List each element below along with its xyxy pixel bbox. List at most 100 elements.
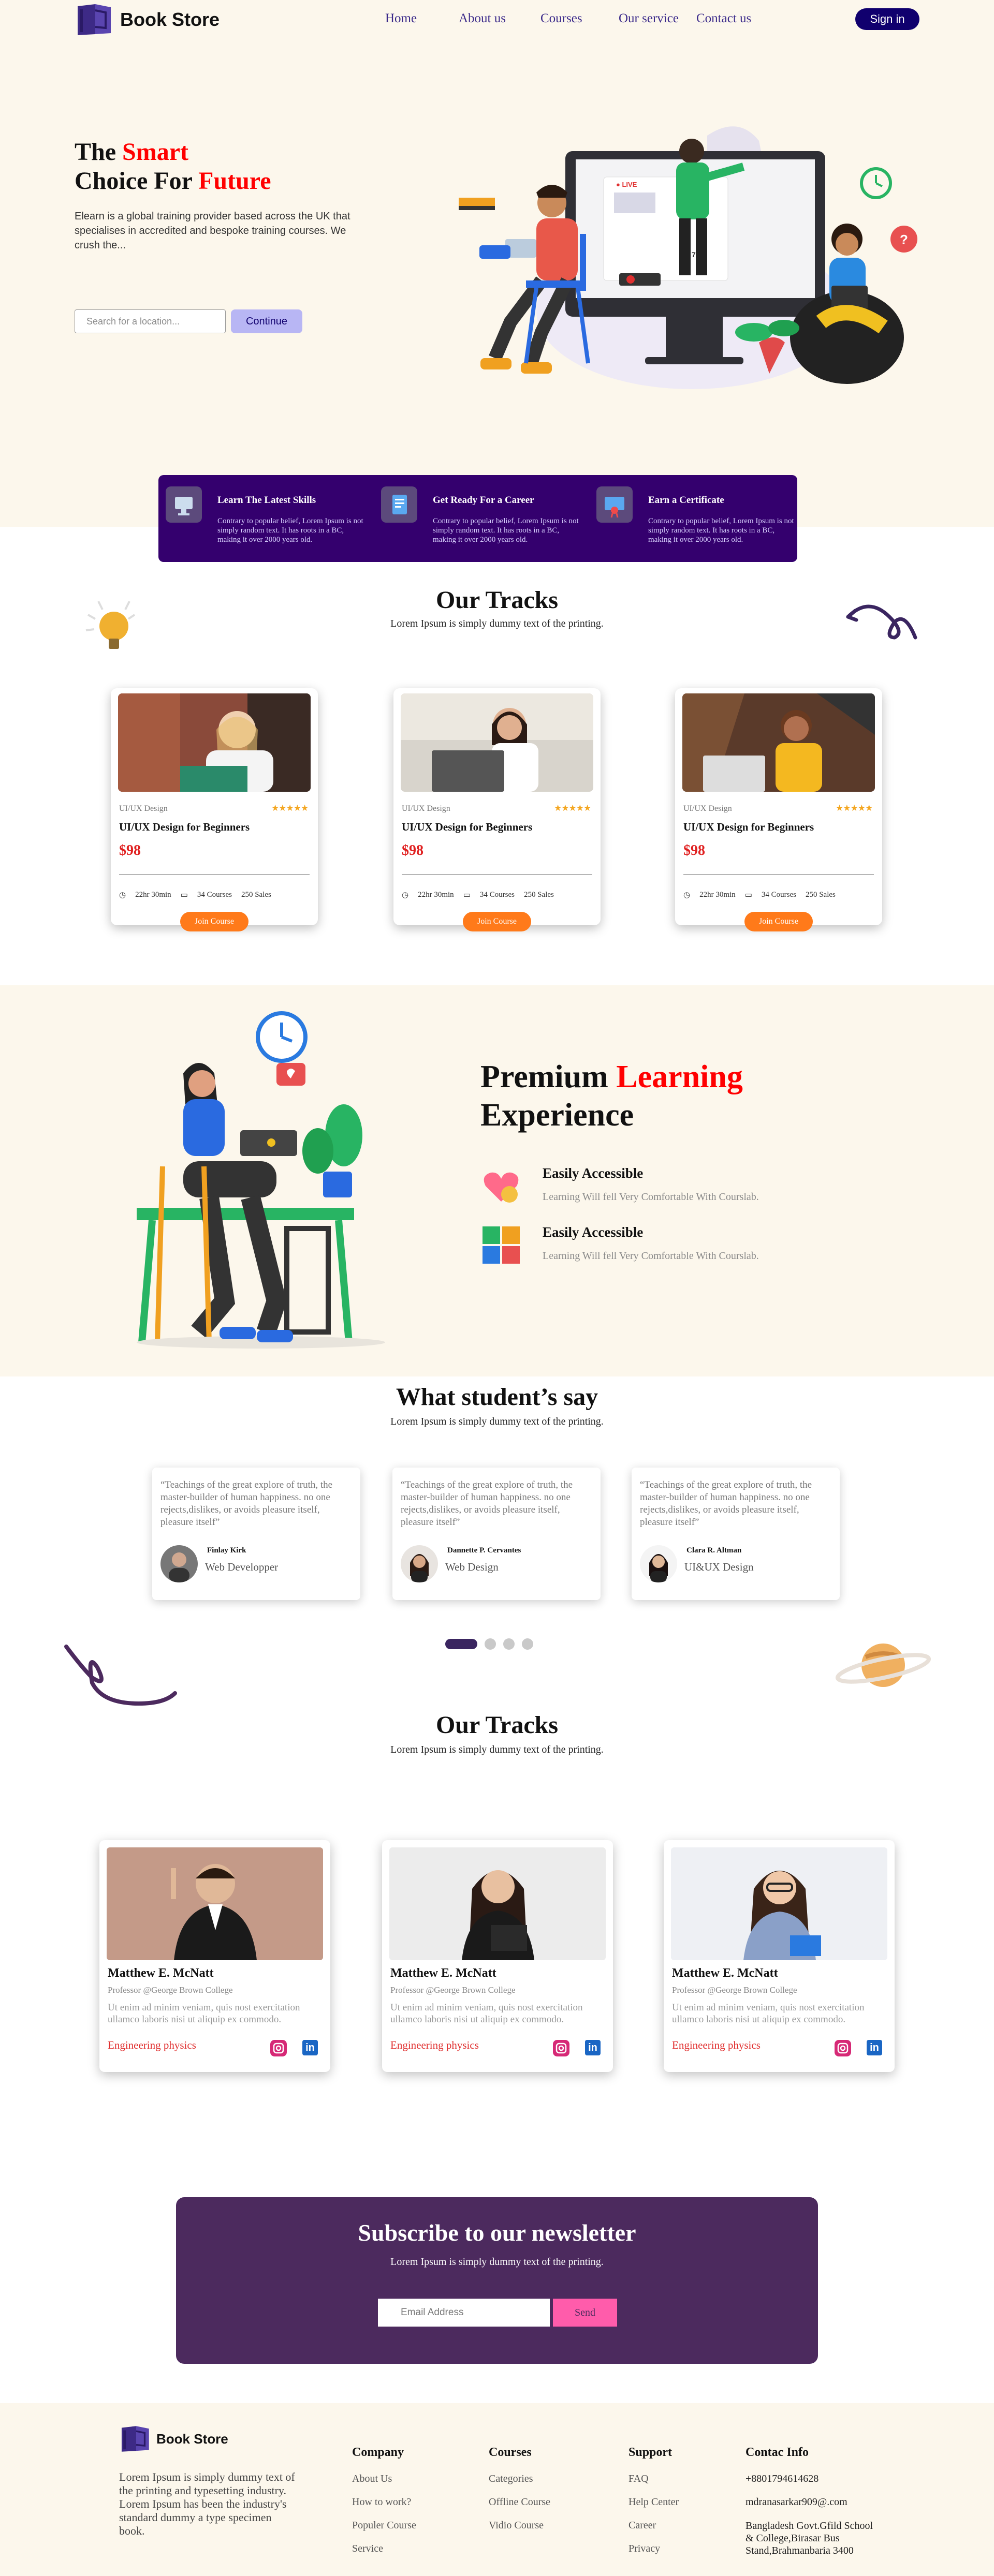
newsletter-title: Subscribe to our newsletter xyxy=(358,2219,636,2246)
premium-feature-title: Easily Accessible xyxy=(543,1224,644,1240)
send-button[interactable]: Send xyxy=(553,2299,617,2327)
course-sales: 250 Sales xyxy=(523,891,554,899)
premium-title: Premium Learning Experience xyxy=(480,1058,743,1134)
student-desk-illustration xyxy=(137,1011,385,1349)
course-duration: 22hr 30min xyxy=(418,891,454,899)
footer-logo[interactable]: Book Store xyxy=(119,2425,228,2453)
footer-link[interactable]: How to work? xyxy=(352,2496,416,2508)
footer-link[interactable]: Categories xyxy=(489,2473,550,2485)
footer-link[interactable]: Service xyxy=(352,2543,416,2555)
email-input[interactable]: Email Address xyxy=(378,2299,550,2327)
course-meta: ◷ 22hr 30min ▭ 34 Courses 250 Sales xyxy=(402,890,554,900)
carousel-dot[interactable] xyxy=(485,1638,496,1650)
testimonial-quote: “Teachings of the great explore of truth… xyxy=(640,1479,812,1528)
footer-column-title: Company xyxy=(352,2446,404,2459)
testimonial-name: Clara R. Altman xyxy=(686,1546,742,1555)
linkedin-icon[interactable]: in xyxy=(585,2040,601,2055)
course-title[interactable]: UI/UX Design for Beginners xyxy=(402,821,532,834)
rating-stars-icon: ★★★★★ xyxy=(554,803,591,813)
course-card[interactable]: UI/UX Design ★★★★★ UI/UX Design for Begi… xyxy=(675,688,882,931)
join-course-button[interactable]: Join Course xyxy=(180,912,248,931)
footer-link[interactable]: Populer Course xyxy=(352,2520,416,2531)
carousel-dot[interactable] xyxy=(503,1638,515,1650)
join-course-button[interactable]: Join Course xyxy=(463,912,531,931)
footer-link[interactable]: FAQ xyxy=(628,2473,679,2485)
course-title[interactable]: UI/UX Design for Beginners xyxy=(683,821,814,834)
teacher-name: Matthew E. McNatt xyxy=(390,1966,496,1980)
avatar xyxy=(640,1545,677,1582)
nav-link-about[interactable]: About us xyxy=(459,11,540,26)
course-sales: 250 Sales xyxy=(241,891,271,899)
footer-about: Lorem Ipsum is simply dummy text of the … xyxy=(119,2470,295,2537)
premium-title-accent: Learning xyxy=(616,1059,743,1094)
book-icon: ▭ xyxy=(744,891,752,899)
nav-link-contact[interactable]: Contact us xyxy=(696,11,764,26)
footer-link[interactable]: Offline Course xyxy=(489,2496,550,2508)
teacher-position: Professor @George Brown College xyxy=(108,1985,233,1995)
course-title[interactable]: UI/UX Design for Beginners xyxy=(119,821,250,834)
footer-company-column: Company About Us How to work? Populer Co… xyxy=(352,2446,416,2566)
teacher-description: Ut enim ad minim veniam, quis nost exerc… xyxy=(390,2002,583,2025)
instagram-icon[interactable] xyxy=(270,2040,287,2056)
footer-column-title: Contac Info xyxy=(746,2446,809,2459)
carousel-dot[interactable] xyxy=(522,1638,533,1650)
join-course-button[interactable]: Join Course xyxy=(744,912,813,931)
carousel-dot-active[interactable] xyxy=(445,1639,477,1649)
certificate-icon xyxy=(596,486,633,523)
premium-title-text: Experience xyxy=(480,1098,634,1133)
teacher-card[interactable]: Matthew E. McNatt Professor @George Brow… xyxy=(382,1840,613,2072)
footer-link[interactable]: Help Center xyxy=(628,2496,679,2508)
avatar xyxy=(401,1545,438,1582)
top-navbar: Book Store Home About us Courses Our ser… xyxy=(0,0,994,38)
course-card[interactable]: UI/UX Design ★★★★★ UI/UX Design for Begi… xyxy=(111,688,318,931)
teacher-department: Engineering physics xyxy=(390,2039,479,2051)
feature-desc: Contrary to popular belief, Lorem Ipsum … xyxy=(217,517,363,544)
teacher-photo xyxy=(389,1847,606,1960)
course-category: UI/UX Design xyxy=(119,804,168,813)
footer-link[interactable]: About Us xyxy=(352,2473,416,2485)
teacher-card[interactable]: Matthew E. McNatt Professor @George Brow… xyxy=(99,1840,330,2072)
footer-courses-column: Courses Categories Offline Course Vidio … xyxy=(489,2446,550,2543)
testimonial-role: Web Developper xyxy=(205,1561,279,1573)
course-count: 34 Courses xyxy=(197,891,232,899)
continue-button[interactable]: Continue xyxy=(231,309,302,333)
premium-feature-desc: Learning Will fell Very Comfortable With… xyxy=(543,1250,759,1262)
linkedin-icon[interactable]: in xyxy=(867,2040,882,2055)
nav-link-courses[interactable]: Courses xyxy=(540,11,619,26)
brand-logo[interactable]: Book Store xyxy=(75,3,220,36)
linkedin-icon[interactable]: in xyxy=(302,2040,318,2055)
teachers-title: Our Tracks xyxy=(435,1711,559,1739)
footer-address: Bangladesh Govt.Gfild School & College,B… xyxy=(746,2520,873,2556)
instagram-icon[interactable] xyxy=(553,2040,569,2056)
clock-icon: ◷ xyxy=(402,891,409,899)
footer-link[interactable]: Privacy xyxy=(628,2543,679,2555)
signin-button[interactable]: Sign in xyxy=(855,8,919,30)
feature-title: Get Ready For a Career xyxy=(433,495,534,506)
location-search-input[interactable]: Search for a location... xyxy=(75,309,226,333)
footer-link[interactable]: Career xyxy=(628,2520,679,2531)
footer-link[interactable]: Vidio Course xyxy=(489,2520,550,2531)
course-card[interactable]: UI/UX Design ★★★★★ UI/UX Design for Begi… xyxy=(393,688,601,931)
testimonial-card: “Teachings of the great explore of truth… xyxy=(152,1468,360,1600)
avatar xyxy=(160,1545,198,1582)
footer-support-column: Support FAQ Help Center Career Privacy xyxy=(628,2446,679,2566)
testimonial-role: UI&UX Design xyxy=(684,1561,754,1573)
features-bar: Learn The Latest Skills Contrary to popu… xyxy=(158,475,797,562)
instagram-icon[interactable] xyxy=(835,2040,851,2056)
nav-link-home[interactable]: Home xyxy=(385,11,459,26)
footer-column-title: Support xyxy=(628,2446,673,2459)
hero-title-accent: Smart xyxy=(122,138,188,166)
testimonial-quote: “Teachings of the great explore of truth… xyxy=(401,1479,573,1528)
feature-desc: Contrary to popular belief, Lorem Ipsum … xyxy=(433,517,579,544)
teacher-department: Engineering physics xyxy=(672,2039,761,2051)
teacher-card[interactable]: Matthew E. McNatt Professor @George Brow… xyxy=(664,1840,895,2072)
course-duration: 22hr 30min xyxy=(135,891,171,899)
footer-phone[interactable]: +8801794614628 xyxy=(746,2473,880,2485)
nav-link-service[interactable]: Our service xyxy=(619,11,696,26)
course-sales: 250 Sales xyxy=(805,891,836,899)
live-badge: ● LIVE xyxy=(616,181,637,188)
rating-stars-icon: ★★★★★ xyxy=(271,803,309,813)
footer-email[interactable]: mdranasarkar909@.com xyxy=(746,2496,880,2508)
book-icon: ▭ xyxy=(180,891,188,899)
course-image xyxy=(682,693,875,792)
